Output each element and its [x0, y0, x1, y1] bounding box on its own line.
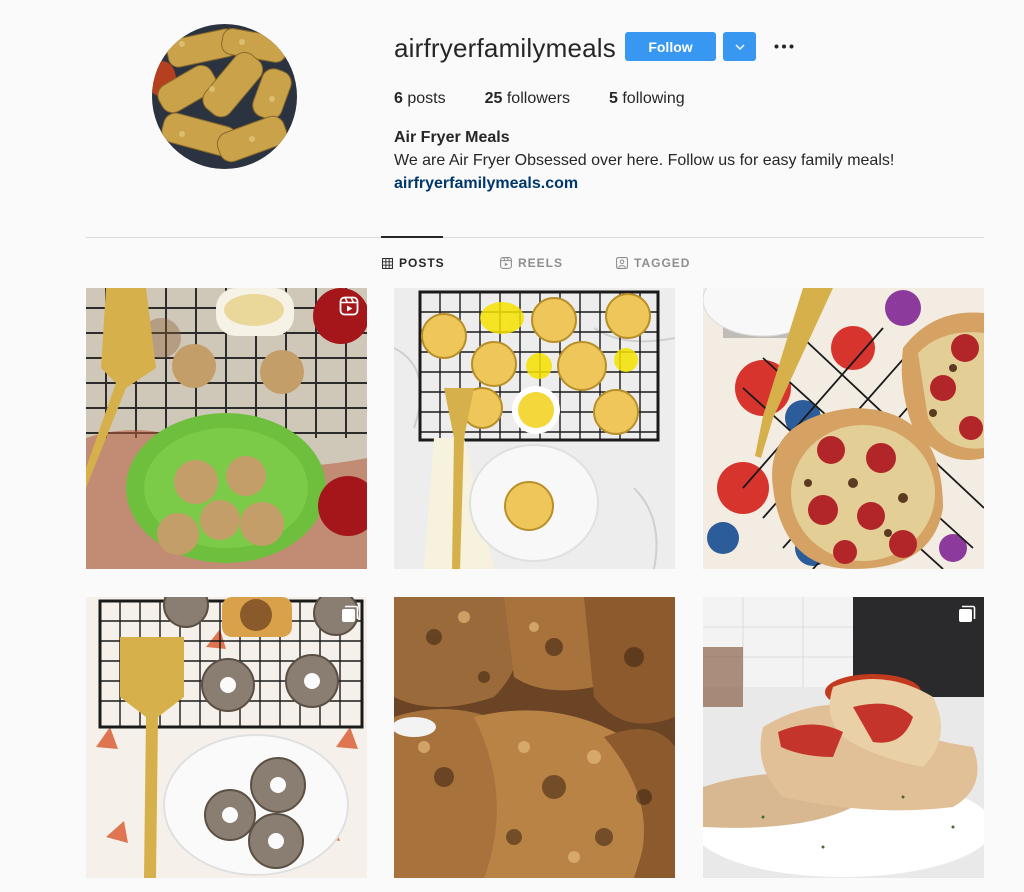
- tab-reels[interactable]: REELS: [500, 256, 563, 270]
- posts-stat: 6 posts: [394, 90, 446, 108]
- carousel-icon: [959, 605, 976, 622]
- carousel-icon: [342, 605, 359, 622]
- active-tab-indicator: [381, 236, 443, 238]
- tagged-icon: [616, 257, 628, 269]
- chevron-down-icon: [735, 44, 744, 50]
- follow-button[interactable]: Follow: [625, 32, 716, 61]
- tabs-divider: [86, 237, 984, 238]
- followers-label: followers: [506, 90, 570, 107]
- following-count: 5: [609, 90, 618, 107]
- tab-tagged[interactable]: TAGGED: [616, 256, 690, 270]
- post-tile-apple-dumplings[interactable]: [86, 288, 367, 569]
- followers-stat[interactable]: 25 followers: [485, 90, 570, 108]
- more-options-icon: [774, 44, 794, 48]
- profile-tabs: POSTS REELS TAGGED: [0, 256, 1024, 272]
- post-tile-cinnamon-donuts[interactable]: [86, 597, 367, 878]
- tab-reels-label: REELS: [518, 256, 564, 270]
- profile-username: airfryerfamilymeals: [394, 33, 616, 63]
- posts-grid: [86, 288, 984, 878]
- profile-website-link[interactable]: airfryerfamilymeals.com: [394, 175, 578, 193]
- following-label: following: [622, 90, 685, 107]
- post-image-pepperoni-pizzas: [703, 288, 984, 569]
- post-image-pizza-pockets: [703, 597, 984, 878]
- post-tile-pizza-pockets[interactable]: [703, 597, 984, 878]
- post-tile-lemon-tarts[interactable]: [394, 288, 675, 569]
- post-image-cinnamon-donuts: [86, 597, 367, 878]
- reels-icon: [500, 257, 512, 269]
- post-image-apple-dumplings: [86, 288, 367, 569]
- avatar-image: [152, 24, 297, 169]
- more-options-button[interactable]: [773, 38, 795, 54]
- tab-tagged-label: TAGGED: [634, 256, 691, 270]
- grid-icon: [382, 257, 393, 269]
- profile-full-name: Air Fryer Meals: [394, 129, 510, 146]
- following-stat[interactable]: 5 following: [609, 90, 685, 108]
- profile-bio: We are Air Fryer Obsessed over here. Fol…: [394, 152, 895, 169]
- tab-posts-label: POSTS: [399, 256, 445, 270]
- post-tile-fried-chicken[interactable]: [394, 597, 675, 878]
- profile-stats: 6 posts 25 followers 5 following: [394, 90, 724, 108]
- followers-count: 25: [484, 90, 503, 107]
- posts-count: 6: [394, 90, 403, 107]
- post-image-fried-chicken: [394, 597, 675, 878]
- suggestions-dropdown-button[interactable]: [723, 32, 756, 61]
- posts-label: posts: [407, 90, 446, 107]
- profile-avatar[interactable]: [152, 24, 297, 169]
- reel-icon: [339, 296, 359, 316]
- post-image-lemon-tarts: [394, 288, 675, 569]
- post-tile-pepperoni-pizzas[interactable]: [703, 288, 984, 569]
- tab-posts[interactable]: POSTS: [382, 256, 445, 270]
